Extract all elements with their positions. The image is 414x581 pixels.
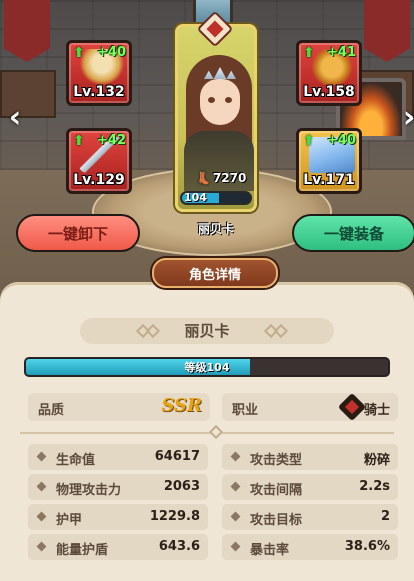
stat-value: 2.2s	[359, 479, 390, 494]
stat-row: 护甲 1229.8	[28, 504, 208, 530]
bullet-diamond-icon	[230, 541, 241, 552]
hero-power: 👢 7270	[196, 171, 246, 185]
stat-label: 能量护盾	[56, 543, 109, 558]
level-bar: 等级104	[24, 357, 390, 377]
unequip-all-button[interactable]: 一键卸下	[16, 214, 140, 252]
stat-row: 攻击间隔 2.2s	[222, 474, 398, 500]
bullet-diamond-icon	[36, 511, 47, 522]
level-label: 等级104	[184, 361, 230, 374]
stat-label: 生命值	[56, 453, 96, 468]
tab-hero-details[interactable]: 角色详情	[152, 258, 278, 288]
equip-slot-armor[interactable]: ⬆ +40 Lv.132	[66, 40, 132, 106]
class-label: 职业	[232, 403, 259, 418]
equip-slot-crystal[interactable]: ⬆ +40 Lv.171	[296, 128, 362, 194]
quality-ssr-badge: SSR	[161, 395, 202, 416]
stat-row: 能量护盾 643.6	[28, 534, 208, 560]
stat-label: 护甲	[56, 513, 83, 528]
chevron-right-icon[interactable]: ›	[400, 100, 414, 136]
stat-value: 38.6%	[344, 539, 390, 554]
stat-label: 物理攻击力	[56, 483, 122, 498]
stat-value: 1229.8	[149, 509, 200, 524]
bullet-diamond-icon	[230, 451, 241, 462]
stat-label: 暴击率	[250, 543, 290, 558]
chevron-left-icon[interactable]: ‹	[6, 100, 24, 136]
stat-value: 2063	[163, 479, 200, 494]
stat-row: 攻击类型 粉碎	[222, 444, 398, 470]
upgrade-arrow-icon: ⬆	[73, 133, 85, 149]
bullet-diamond-icon	[230, 511, 241, 522]
bullet-diamond-icon	[36, 451, 47, 462]
stat-value: 64617	[154, 449, 200, 464]
helm-bonus: +41	[327, 45, 356, 60]
stat-value: 2	[380, 509, 390, 524]
bullet-diamond-icon	[36, 481, 47, 492]
hero-exp-bar: 104	[180, 191, 252, 205]
stat-row: 物理攻击力 2063	[28, 474, 208, 500]
hero-eye-left	[208, 97, 215, 103]
stat-row: 暴击率 38.6%	[222, 534, 398, 560]
hero-face	[200, 79, 240, 125]
section-divider	[20, 432, 394, 434]
panel-hero-name: 丽贝卡	[184, 322, 230, 340]
sword-level: Lv.129	[73, 172, 125, 188]
armor-level: Lv.132	[73, 84, 125, 100]
stat-value: 643.6	[158, 539, 200, 554]
stat-label: 攻击目标	[250, 513, 303, 528]
stat-label: 攻击间隔	[250, 483, 303, 498]
knight-shield-icon	[337, 392, 367, 422]
stat-value: 粉碎	[363, 453, 390, 468]
helm-level: Lv.158	[303, 84, 355, 100]
sword-bonus: +42	[97, 133, 126, 148]
boot-icon: 👢	[196, 171, 211, 185]
hero-name: 丽贝卡	[197, 222, 234, 236]
class-value: 骑士	[363, 403, 390, 418]
crystal-bonus: +40	[327, 133, 356, 148]
crystal-level: Lv.171	[303, 172, 355, 188]
upgrade-arrow-icon: ⬆	[303, 45, 315, 61]
equip-slot-helm[interactable]: ⬆ +41 Lv.158	[296, 40, 362, 106]
upgrade-arrow-icon: ⬆	[303, 133, 315, 149]
hero-power-value: 7270	[212, 171, 247, 185]
hero-level-number: 104	[184, 191, 207, 204]
upgrade-arrow-icon: ⬆	[73, 45, 85, 61]
hero-portrait-card[interactable]: 👢 7270 104	[175, 24, 257, 212]
armor-bonus: +40	[97, 45, 126, 60]
class-row: 职业 骑士	[222, 392, 398, 422]
quality-row: 品质 SSR	[28, 393, 210, 421]
quality-label: 品质	[38, 403, 65, 418]
stat-row: 攻击目标 2	[222, 504, 398, 530]
stat-label: 攻击类型	[250, 453, 303, 468]
stat-row: 生命值 64617	[28, 444, 208, 470]
bullet-diamond-icon	[36, 541, 47, 552]
equip-slot-sword[interactable]: ⬆ +42 Lv.129	[66, 128, 132, 194]
hero-eye-right	[225, 97, 232, 103]
equip-all-button[interactable]: 一键装备	[292, 214, 414, 252]
bullet-diamond-icon	[230, 481, 241, 492]
